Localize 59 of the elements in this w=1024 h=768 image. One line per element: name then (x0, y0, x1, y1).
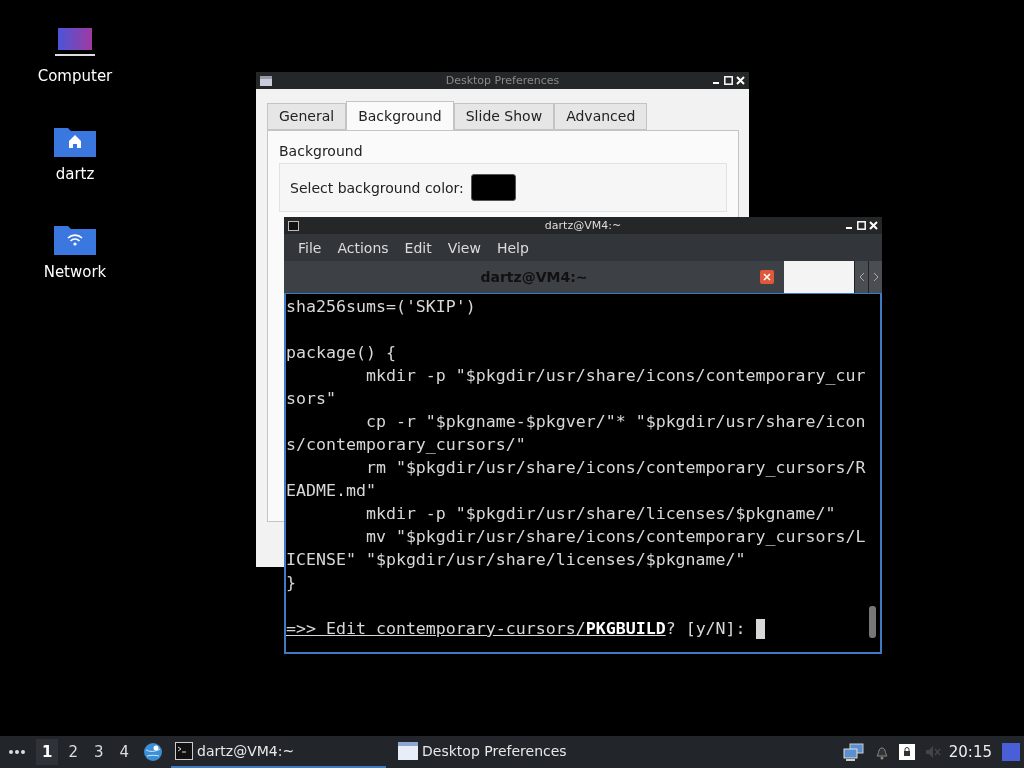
terminal-line: EADME.md" (286, 480, 377, 502)
terminal-line: mkdir -p "$pkgdir/usr/share/icons/contemporary_cur (364, 365, 867, 387)
taskbar-task[interactable]: dartz@VM4:~ (171, 736, 387, 768)
bell-icon[interactable] (874, 744, 889, 760)
workspace-button[interactable]: 4 (113, 739, 136, 765)
menu-item[interactable]: File (290, 239, 330, 256)
window-title: Desktop Preferences (445, 74, 560, 87)
text-cursor (755, 618, 765, 639)
maximize-icon[interactable] (857, 221, 866, 230)
workspace-button[interactable]: 3 (88, 739, 110, 765)
terminal-line: sors" (286, 388, 337, 410)
close-icon[interactable] (869, 221, 878, 230)
close-tab-icon[interactable] (760, 270, 774, 284)
tab[interactable]: Slide Show (453, 103, 555, 130)
tab[interactable]: General (267, 103, 347, 130)
terminal-line: sha256sums=('SKIP') (286, 296, 477, 318)
chevron-left-icon (858, 272, 865, 282)
maximize-icon[interactable] (724, 76, 733, 85)
menu-icon[interactable] (8, 749, 26, 755)
chevron-right-icon (872, 272, 879, 282)
terminal-icon (175, 742, 194, 760)
terminal-prompt: =>> Edit contemporary-cursors/PKGBUILD? [y/N]: (286, 618, 746, 640)
menu-item[interactable]: Help (488, 239, 537, 256)
terminal-line: cp -r "$pkgname-$pkgver/"* "$pkgdir/usr/share/icon (364, 411, 867, 433)
terminal-line: s/contemporary_cursors/" (286, 434, 527, 456)
color-swatch[interactable] (470, 174, 516, 201)
terminal-line: mv "$pkgdir/usr/share/icons/contemporary_cursors/L (364, 526, 867, 548)
terminal-line: package() { (286, 342, 397, 364)
group-title: Background (279, 143, 364, 159)
network-icon[interactable] (842, 743, 865, 761)
tab[interactable]: Advanced (554, 103, 648, 130)
tab-bar-space (784, 261, 854, 293)
icon-label: Network (43, 263, 107, 281)
window-icon (398, 742, 419, 760)
menu-item[interactable]: View (439, 239, 489, 256)
globe-icon[interactable] (143, 742, 164, 762)
scrollbar-thumb[interactable] (869, 606, 876, 638)
workspace-button[interactable]: 2 (62, 739, 84, 765)
workspace-button[interactable]: 1 (36, 739, 59, 765)
tab[interactable]: Background (346, 101, 454, 131)
terminal-line: rm "$pkgdir/usr/share/icons/contemporary_cursors/R (364, 457, 867, 479)
window-title: dartz@VM4:~ (544, 219, 622, 232)
home-folder-icon (54, 125, 96, 157)
terminal-icon (288, 220, 299, 231)
network-folder-icon (54, 223, 96, 255)
terminal-line: mkdir -p "$pkgdir/usr/share/licenses/$pkgname/" (364, 503, 837, 525)
menu-item[interactable]: Actions (329, 239, 397, 256)
icon-label: Computer (37, 67, 113, 85)
window-icon (260, 75, 272, 86)
terminal-line: } (286, 572, 297, 594)
menu-item[interactable]: Edit (396, 239, 440, 256)
icon-label: dartz (55, 165, 95, 183)
terminal-line: ICENSE" "$pkgdir/usr/share/licenses/$pkgname/" (286, 549, 747, 571)
color-label: Select background color: (290, 179, 464, 196)
laptop-icon (55, 26, 95, 59)
lock-icon[interactable] (898, 744, 915, 760)
taskbar-task[interactable]: Desktop Preferences (394, 736, 585, 768)
close-icon[interactable] (736, 76, 745, 85)
clock: 20:15 (948, 743, 992, 761)
